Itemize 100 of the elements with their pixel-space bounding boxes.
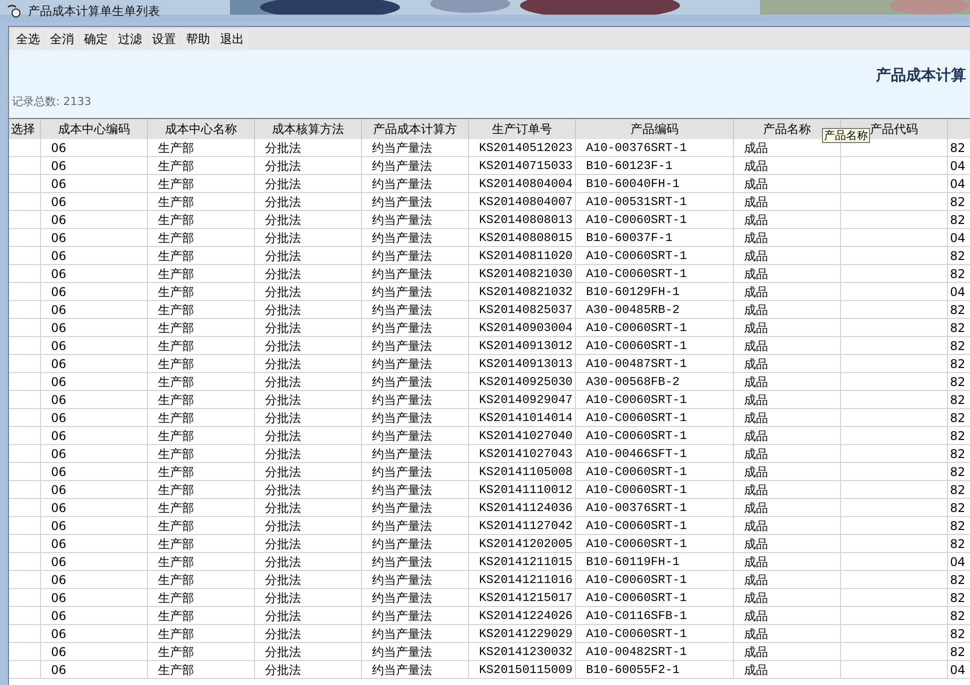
- table-cell: 生产部: [148, 517, 255, 534]
- table-cell: A10-C0060SRT-1: [576, 391, 734, 408]
- table-cell: 分批法: [255, 463, 362, 480]
- table-cell: B10-60129FH-1: [576, 283, 734, 300]
- toolbar-button[interactable]: 全消: [46, 28, 78, 48]
- table-cell: KS20140808015: [469, 229, 576, 246]
- table-cell: 06: [41, 157, 148, 174]
- table-cell: 生产部: [148, 535, 255, 552]
- column-header[interactable]: 产品成本计算方: [362, 119, 469, 139]
- table-cell: 06: [41, 589, 148, 606]
- table-cell: 82: [948, 445, 970, 462]
- table-cell: 约当产量法: [362, 139, 469, 156]
- table-cell: A30-00568FB-2: [576, 373, 734, 390]
- table-cell: 分批法: [255, 427, 362, 444]
- column-header[interactable]: 生产订单号: [469, 119, 576, 139]
- table-cell: 分批法: [255, 265, 362, 282]
- table-cell: KS20140929047: [469, 391, 576, 408]
- table-cell: 成品: [734, 391, 841, 408]
- toolbar-button[interactable]: 退出: [216, 28, 248, 48]
- column-header[interactable]: 成本中心名称: [148, 119, 255, 139]
- table-cell: KS20140804007: [469, 193, 576, 210]
- table-cell: 分批法: [255, 193, 362, 210]
- table-cell: KS20141127042: [469, 517, 576, 534]
- table-cell: 约当产量法: [362, 643, 469, 660]
- table-cell: 生产部: [148, 319, 255, 336]
- table-cell: 分批法: [255, 319, 362, 336]
- table-cell: 生产部: [148, 157, 255, 174]
- table-cell: KS20140913012: [469, 337, 576, 354]
- table-cell: 06: [41, 481, 148, 498]
- table-cell: KS20141014014: [469, 409, 576, 426]
- toolbar-button[interactable]: 帮助: [182, 28, 214, 48]
- table-cell: A10-C0060SRT-1: [576, 247, 734, 264]
- table-cell: 约当产量法: [362, 517, 469, 534]
- toolbar-button[interactable]: 全选: [12, 28, 44, 48]
- table-cell: 约当产量法: [362, 409, 469, 426]
- table-cell: 成品: [734, 463, 841, 480]
- table-cell: 06: [41, 175, 148, 192]
- table-cell: 82: [948, 463, 970, 480]
- table-cell: 06: [41, 427, 148, 444]
- table-cell: 82: [948, 643, 970, 660]
- toolbar-button[interactable]: 过滤: [114, 28, 146, 48]
- table-cell: 生产部: [148, 625, 255, 642]
- table-cell: KS20140804004: [469, 175, 576, 192]
- table-cell: 生产部: [148, 391, 255, 408]
- table-cell: 06: [41, 301, 148, 318]
- table-cell: 分批法: [255, 301, 362, 318]
- table-cell: A10-C0060SRT-1: [576, 571, 734, 588]
- table-cell: KS20141224026: [469, 607, 576, 624]
- table-cell: KS20141211016: [469, 571, 576, 588]
- table-cell: A10-C0116SFB-1: [576, 607, 734, 624]
- table-cell: 成品: [734, 157, 841, 174]
- table-cell: 生产部: [148, 139, 255, 156]
- table-cell: 成品: [734, 355, 841, 372]
- table-cell: 04: [948, 175, 970, 192]
- table-cell: 分批法: [255, 211, 362, 228]
- table-cell: 82: [948, 607, 970, 624]
- table-cell: 分批法: [255, 247, 362, 264]
- table-cell: A10-C0060SRT-1: [576, 319, 734, 336]
- table-cell: 06: [41, 337, 148, 354]
- table-cell: A10-C0060SRT-1: [576, 463, 734, 480]
- table-cell: B10-60123F-1: [576, 157, 734, 174]
- table-cell: 成品: [734, 571, 841, 588]
- table-cell: A10-00531SRT-1: [576, 193, 734, 210]
- table-cell: 06: [41, 229, 148, 246]
- table-cell: A10-C0060SRT-1: [576, 337, 734, 354]
- table-cell: KS20140825037: [469, 301, 576, 318]
- table-cell: 成品: [734, 211, 841, 228]
- table-cell: 成品: [734, 337, 841, 354]
- table-cell: 约当产量法: [362, 535, 469, 552]
- table-cell: 82: [948, 499, 970, 516]
- table-cell: 分批法: [255, 139, 362, 156]
- toolbar-button[interactable]: 设置: [148, 28, 180, 48]
- table-cell: 06: [41, 535, 148, 552]
- table-cell: 分批法: [255, 625, 362, 642]
- table-cell: 约当产量法: [362, 193, 469, 210]
- table-cell: 生产部: [148, 211, 255, 228]
- table-cell: KS20140821032: [469, 283, 576, 300]
- table-cell: 成品: [734, 445, 841, 462]
- table-cell: A10-00376SRT-1: [576, 139, 734, 156]
- table-cell: 约当产量法: [362, 445, 469, 462]
- column-header[interactable]: 产品编码: [576, 119, 734, 139]
- table-cell: 约当产量法: [362, 283, 469, 300]
- table-cell: KS20141027043: [469, 445, 576, 462]
- table-cell: 分批法: [255, 337, 362, 354]
- table-cell: 约当产量法: [362, 661, 469, 678]
- table-cell: 成品: [734, 175, 841, 192]
- toolbar-button[interactable]: 确定: [80, 28, 112, 48]
- table-cell: 生产部: [148, 499, 255, 516]
- table-cell: 06: [41, 373, 148, 390]
- table-cell: 82: [948, 625, 970, 642]
- table-cell: 约当产量法: [362, 571, 469, 588]
- table-cell: KS20141229029: [469, 625, 576, 642]
- table-cell: A10-00482SRT-1: [576, 643, 734, 660]
- column-header[interactable]: 成本中心编码: [41, 119, 148, 139]
- table-cell: 06: [41, 625, 148, 642]
- table-cell: 06: [41, 319, 148, 336]
- table-cell: 生产部: [148, 283, 255, 300]
- column-header[interactable]: 选择: [9, 119, 41, 139]
- table-cell: 82: [948, 355, 970, 372]
- column-header[interactable]: 成本核算方法: [255, 119, 362, 139]
